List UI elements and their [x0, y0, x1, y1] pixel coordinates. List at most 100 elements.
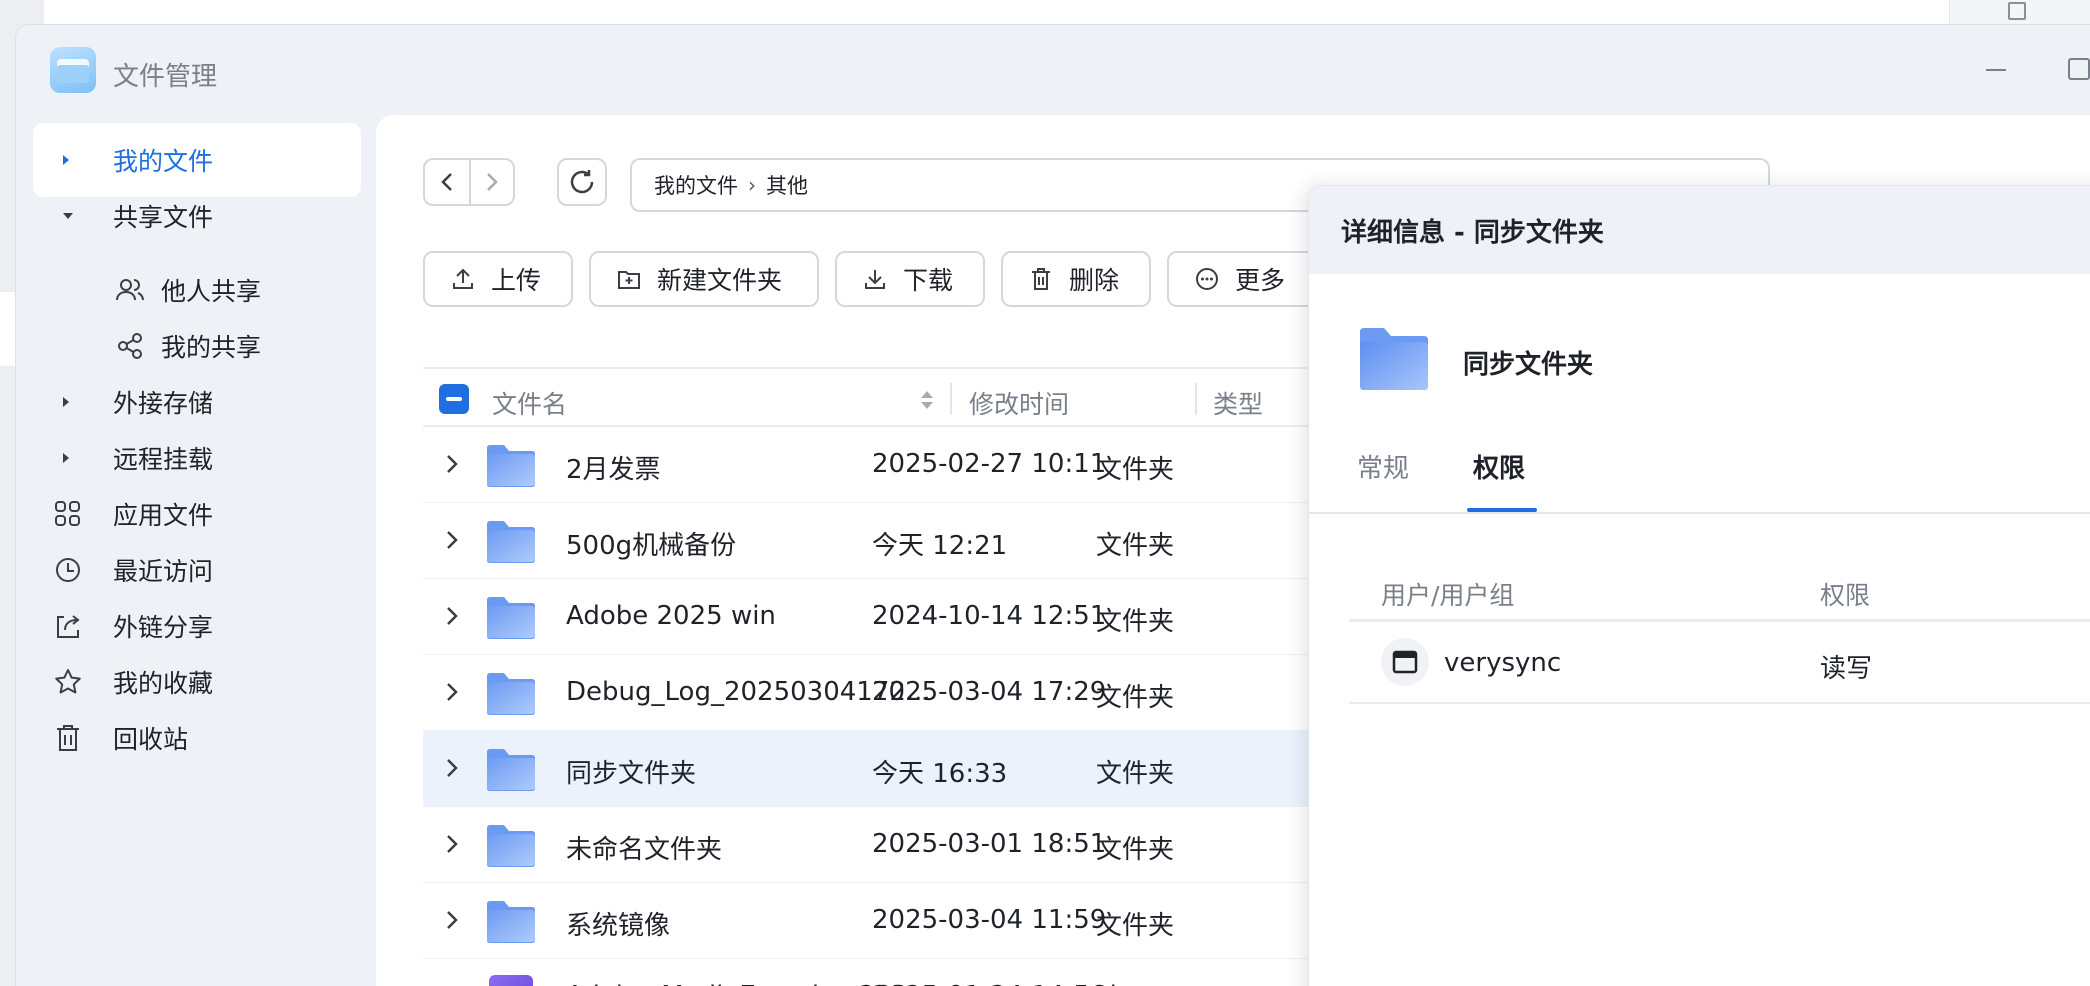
sidebar-item-label: 我的共享	[161, 333, 262, 362]
title-bar[interactable]: 文件管理	[16, 25, 2090, 115]
back-button[interactable]	[425, 160, 469, 204]
sidebar-item-label: 我的收藏	[113, 669, 214, 698]
permissions-table-header: 用户/用户组 权限	[1349, 558, 2090, 622]
sidebar-item-label: 应用文件	[113, 501, 214, 530]
sidebar-item-label: 我的文件	[113, 147, 214, 176]
tab-divider	[1309, 512, 2090, 514]
breadcrumb-root[interactable]: 我的文件	[654, 170, 738, 200]
permission-user: verysync	[1444, 648, 1562, 678]
app-window-icon	[1392, 650, 1418, 674]
sidebar-item-shared-files[interactable]: 共享文件	[33, 179, 361, 253]
sidebar-item-label: 最近访问	[113, 557, 214, 586]
file-modified: 今天 16:33	[872, 759, 1008, 789]
chevron-right-icon	[487, 173, 498, 191]
column-permission: 权限	[1820, 581, 1871, 610]
chevron-right-icon[interactable]	[445, 757, 459, 779]
chevron-right-icon[interactable]	[445, 909, 459, 931]
column-name[interactable]: 文件名	[492, 385, 567, 421]
sidebar-item-label: 远程挂载	[113, 445, 214, 474]
folder-icon	[487, 445, 535, 487]
more-label: 更多	[1235, 266, 1286, 295]
forward-button[interactable]	[468, 160, 513, 204]
apps-grid-icon	[55, 501, 80, 526]
file-type: 文件夹	[1096, 455, 1175, 485]
folder-icon	[487, 749, 535, 791]
column-modified[interactable]: 修改时间	[969, 385, 1069, 421]
file-modified: 2025-01-24 14:56	[872, 981, 1106, 986]
chevron-left-icon	[441, 173, 452, 191]
chevron-right-icon[interactable]	[445, 605, 459, 627]
refresh-icon	[570, 170, 594, 194]
delete-button[interactable]: 删除	[1001, 251, 1151, 307]
download-button[interactable]: 下载	[835, 251, 985, 307]
maximize-icon[interactable]	[2068, 58, 2090, 80]
sidebar-item-label: 回收站	[113, 725, 189, 754]
new-folder-button[interactable]: 新建文件夹	[589, 251, 819, 307]
file-type: zip	[1096, 981, 1133, 986]
zip-file-icon	[489, 975, 533, 986]
caret-right-icon[interactable]	[63, 155, 69, 165]
file-modified: 2025-03-01 18:51	[872, 829, 1107, 859]
column-user: 用户/用户组	[1381, 581, 1515, 610]
users-icon	[116, 279, 144, 301]
more-button[interactable]: 更多	[1167, 251, 1317, 307]
new-folder-label: 新建文件夹	[657, 266, 783, 295]
folder-icon	[487, 901, 535, 943]
breadcrumb-current[interactable]: 其他	[766, 170, 808, 200]
permission-row[interactable]: verysync 读写	[1349, 622, 2090, 704]
caret-down-icon[interactable]	[63, 213, 73, 219]
folder-icon	[487, 521, 535, 563]
file-modified: 2025-02-27 10:11	[872, 449, 1107, 479]
download-icon	[865, 270, 885, 289]
detail-folder-name: 同步文件夹	[1463, 350, 1594, 380]
sidebar-item-recycle-bin[interactable]: 回收站	[33, 701, 361, 775]
breadcrumb-separator: ›	[748, 173, 756, 197]
caret-right-icon[interactable]	[63, 397, 69, 407]
folder-icon	[487, 825, 535, 867]
tab-general[interactable]: 常规	[1357, 448, 1409, 485]
file-name: 系统镜像	[566, 911, 671, 941]
folder-icon	[487, 597, 535, 639]
file-name: Adobe 2025 win	[566, 601, 776, 631]
caret-right-icon[interactable]	[63, 453, 69, 463]
user-avatar	[1381, 638, 1429, 686]
new-folder-icon	[618, 271, 640, 289]
minimize-icon[interactable]	[1986, 69, 2006, 71]
download-label: 下载	[903, 266, 954, 295]
sidebar-item-label: 他人共享	[161, 277, 262, 306]
file-modified: 2025-03-04 11:59	[872, 905, 1107, 935]
sort-icon[interactable]	[920, 389, 934, 411]
column-divider[interactable]	[950, 383, 952, 415]
sidebar-item-label: 外链分享	[113, 613, 214, 642]
column-type[interactable]: 类型	[1213, 385, 1263, 421]
file-modified: 2025-03-04 17:29	[872, 677, 1107, 707]
column-divider[interactable]	[1195, 383, 1197, 415]
background-window	[44, 0, 1949, 24]
clock-icon	[56, 558, 80, 582]
file-type: 文件夹	[1096, 531, 1175, 561]
select-all-checkbox[interactable]	[439, 384, 469, 414]
background-window-controls	[1949, 0, 2090, 24]
file-type: 文件夹	[1096, 683, 1175, 713]
permission-value: 读写	[1820, 654, 1873, 684]
trash-icon	[1032, 268, 1050, 290]
maximize-icon[interactable]	[2008, 2, 2026, 20]
chevron-right-icon[interactable]	[445, 453, 459, 475]
more-icon	[1196, 268, 1218, 290]
file-type: 文件夹	[1096, 911, 1175, 941]
history-nav	[423, 158, 515, 206]
tab-permissions[interactable]: 权限	[1473, 448, 1525, 485]
file-type: 文件夹	[1096, 835, 1175, 865]
folder-icon	[1360, 328, 1428, 390]
chevron-right-icon[interactable]	[445, 529, 459, 551]
upload-button[interactable]: 上传	[423, 251, 573, 307]
file-type: 文件夹	[1096, 607, 1175, 637]
chevron-right-icon[interactable]	[445, 681, 459, 703]
folder-icon	[487, 673, 535, 715]
refresh-button[interactable]	[557, 158, 607, 206]
detail-panel: 详细信息 - 同步文件夹 同步文件夹 常规 权限 用户/用户组 权限 verys…	[1308, 185, 2090, 986]
file-name: 500g机械备份	[566, 531, 737, 561]
share-icon	[118, 333, 142, 359]
chevron-right-icon[interactable]	[445, 833, 459, 855]
sidebar-item-label: 外接存储	[113, 389, 214, 418]
